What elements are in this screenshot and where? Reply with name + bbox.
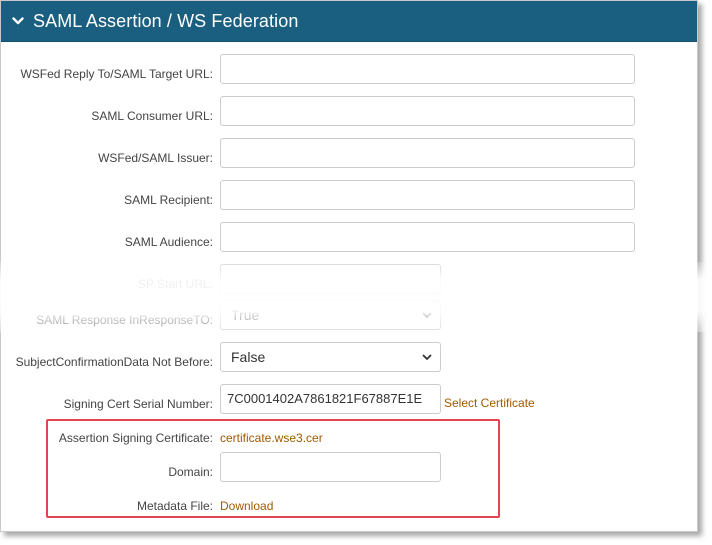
- sp-start-url-label: SP Start URL:: [137, 277, 213, 291]
- saml-response-inresponseto-value: True: [231, 307, 260, 323]
- form-row-wsfed-reply-to: WSFed Reply To/SAML Target URL:: [1, 54, 697, 86]
- form-row-wsfed-saml-issuer: WSFed/SAML Issuer:: [1, 138, 697, 170]
- subject-confirmation-select[interactable]: False: [220, 342, 441, 372]
- select-certificate-link[interactable]: Select Certificate: [444, 396, 535, 410]
- saml-recipient-input[interactable]: [220, 180, 635, 210]
- highlight-box: [46, 419, 500, 518]
- chevron-down-icon: [422, 354, 432, 361]
- wsfed-reply-to-input[interactable]: [220, 54, 635, 84]
- sp-start-url-input[interactable]: [220, 264, 441, 294]
- saml-consumer-url-label: SAML Consumer URL:: [91, 109, 213, 123]
- form-row-sp-start-url: SP Start URL:: [1, 264, 697, 296]
- form-row-signing-cert-serial: Signing Cert Serial Number: 7C0001402A78…: [1, 384, 697, 416]
- chevron-down-icon[interactable]: [12, 15, 24, 27]
- wsfed-reply-to-label: WSFed Reply To/SAML Target URL:: [20, 67, 213, 81]
- section-title: SAML Assertion / WS Federation: [33, 10, 299, 31]
- subject-confirmation-label: SubjectConfirmationData Not Before:: [15, 355, 213, 369]
- signing-cert-serial-label: Signing Cert Serial Number:: [63, 397, 213, 411]
- form-row-saml-audience: SAML Audience:: [1, 222, 697, 254]
- form-row-saml-consumer-url: SAML Consumer URL:: [1, 96, 697, 128]
- saml-audience-input[interactable]: [220, 222, 635, 252]
- wsfed-saml-issuer-input[interactable]: [220, 138, 635, 168]
- saml-audience-label: SAML Audience:: [124, 235, 213, 249]
- form-row-saml-recipient: SAML Recipient:: [1, 180, 697, 212]
- chevron-down-icon: [422, 312, 432, 319]
- form-row-saml-response-inresponseto: SAML Response InResponseTO: True: [1, 300, 697, 332]
- signing-cert-serial-input[interactable]: 7C0001402A7861821F67887E1E: [220, 384, 441, 414]
- section-header[interactable]: SAML Assertion / WS Federation: [1, 1, 697, 42]
- saml-response-inresponseto-label: SAML Response InResponseTO:: [36, 313, 213, 327]
- saml-consumer-url-input[interactable]: [220, 96, 635, 126]
- wsfed-saml-issuer-label: WSFed/SAML Issuer:: [98, 151, 213, 165]
- saml-recipient-label: SAML Recipient:: [124, 193, 213, 207]
- saml-response-inresponseto-select[interactable]: True: [220, 300, 441, 330]
- form-row-subject-confirmation: SubjectConfirmationData Not Before: Fals…: [1, 342, 697, 374]
- subject-confirmation-value: False: [231, 349, 266, 365]
